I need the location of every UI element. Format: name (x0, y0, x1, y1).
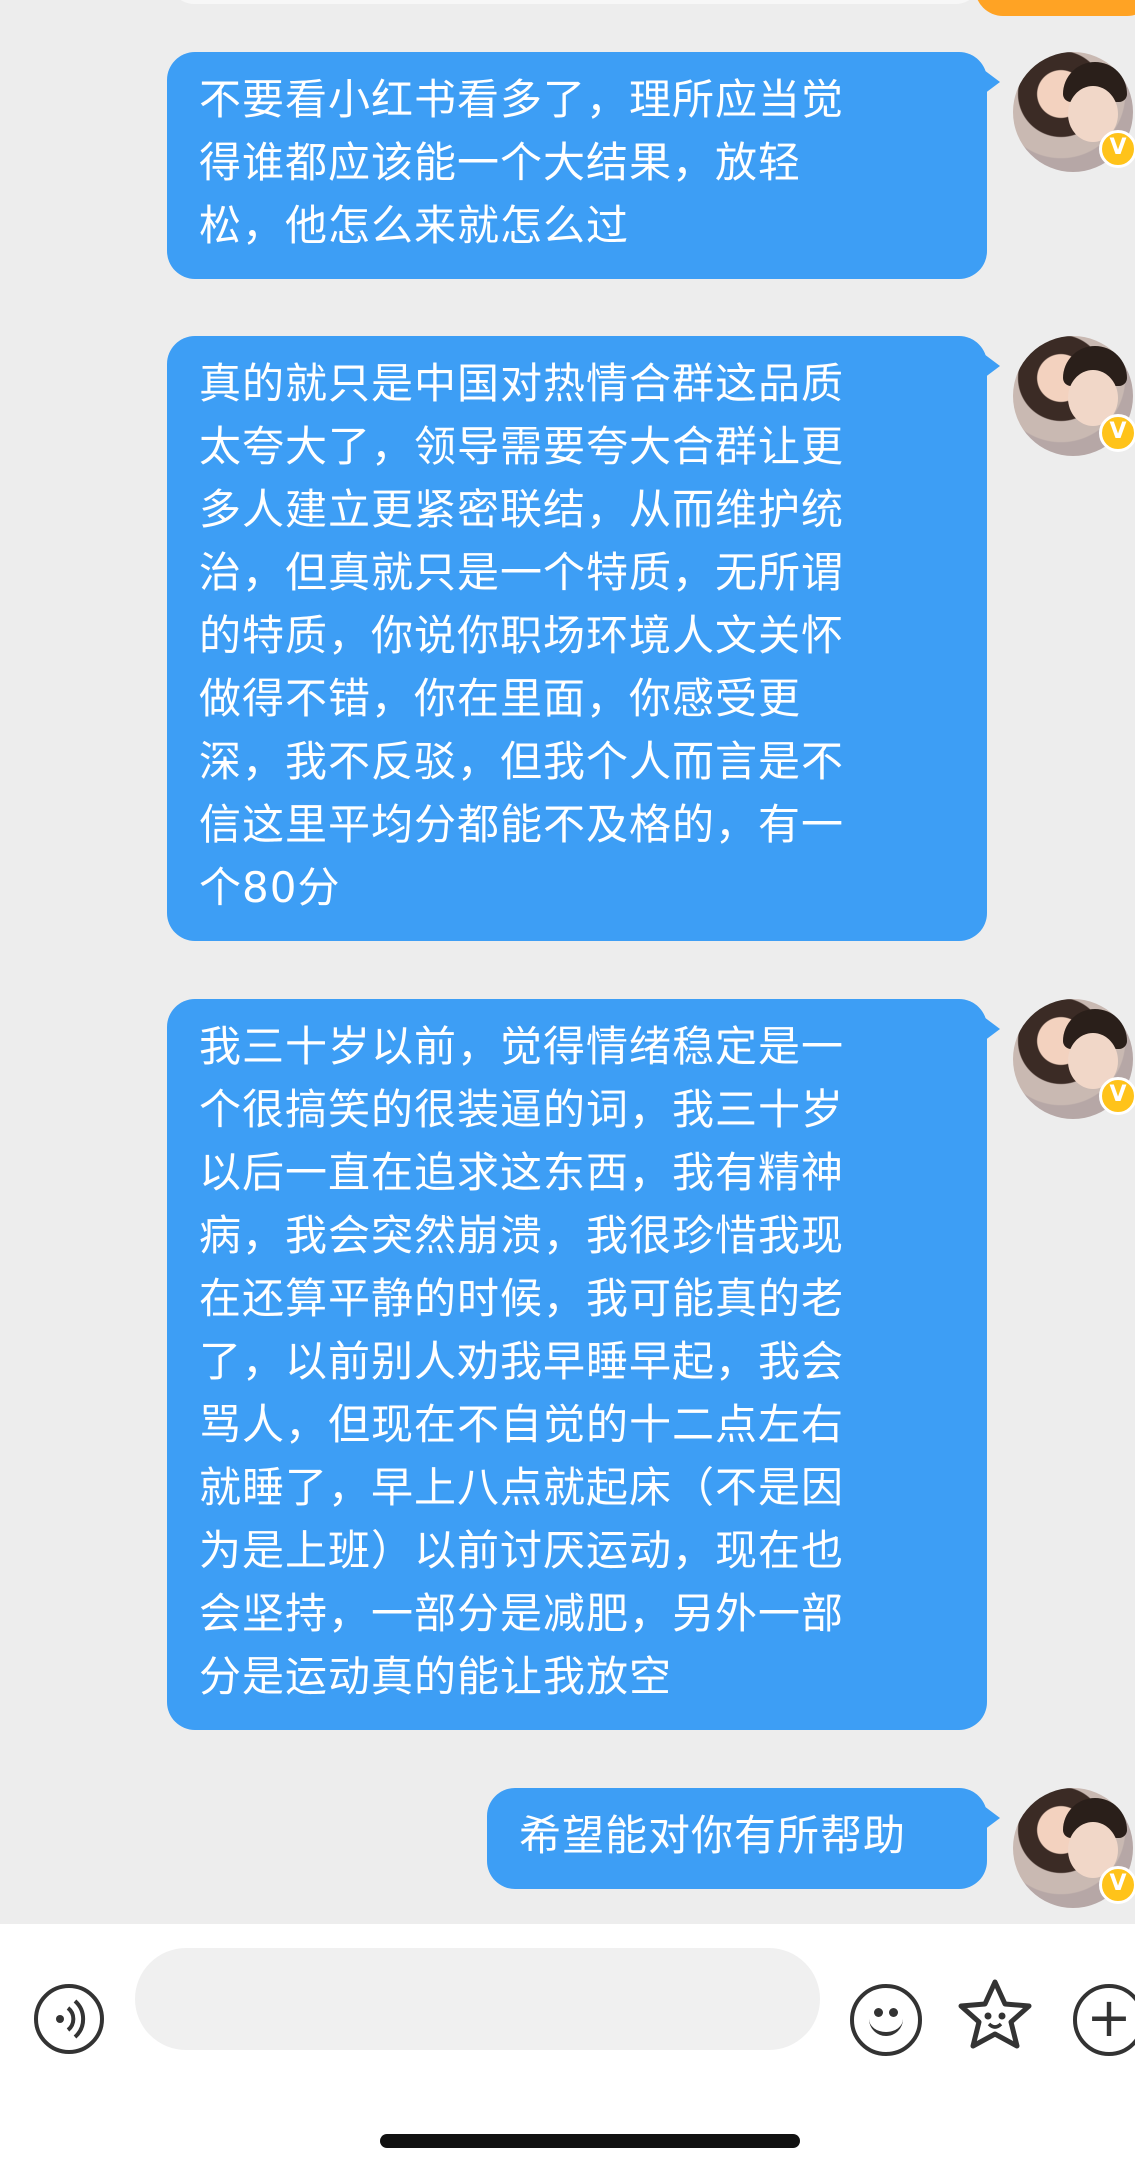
verified-badge-icon: V (1099, 1866, 1135, 1904)
previous-bubble (170, 0, 980, 4)
emoji-mouth (869, 2016, 903, 2036)
message-input[interactable] (135, 1948, 820, 2050)
orange-button-remnant[interactable] (975, 0, 1135, 16)
plus-icon[interactable]: + (1073, 1984, 1135, 2056)
emoji-icon[interactable] (850, 1984, 922, 2056)
message-bubble[interactable]: 真的就只是中国对热情合群这品质 太夸大了，领导需要夸大合群让更 多人建立更紧密联… (167, 336, 1000, 941)
previous-message-remnant (0, 0, 1135, 44)
input-bar: + (0, 1924, 1135, 2175)
avatar[interactable]: V (1013, 52, 1135, 172)
sticker-icon[interactable] (955, 1976, 1035, 2056)
avatar[interactable]: V (1013, 999, 1135, 1119)
home-indicator[interactable] (380, 2134, 800, 2148)
verified-badge-icon: V (1099, 414, 1135, 452)
voice-icon[interactable] (34, 1984, 104, 2054)
chat-area[interactable]: 不要看小红书看多了，理所应当觉 得谁都应该能一个大结果，放轻 松，他怎么来就怎么… (0, 44, 1135, 1924)
message-bubble[interactable]: 希望能对你有所帮助 (487, 1788, 1000, 1889)
message-bubble[interactable]: 不要看小红书看多了，理所应当觉 得谁都应该能一个大结果，放轻 松，他怎么来就怎么… (167, 52, 1000, 279)
avatar[interactable]: V (1013, 336, 1135, 456)
message-bubble[interactable]: 我三十岁以前，觉得情绪稳定是一 个很搞笑的很装逼的词，我三十岁 以后一直在追求这… (167, 999, 1000, 1730)
star-face-icon (958, 1979, 1032, 2049)
verified-badge-icon: V (1099, 1077, 1135, 1115)
avatar[interactable]: V (1013, 1788, 1135, 1908)
voice-wave-icon (56, 1999, 86, 2039)
verified-badge-icon: V (1099, 130, 1135, 168)
